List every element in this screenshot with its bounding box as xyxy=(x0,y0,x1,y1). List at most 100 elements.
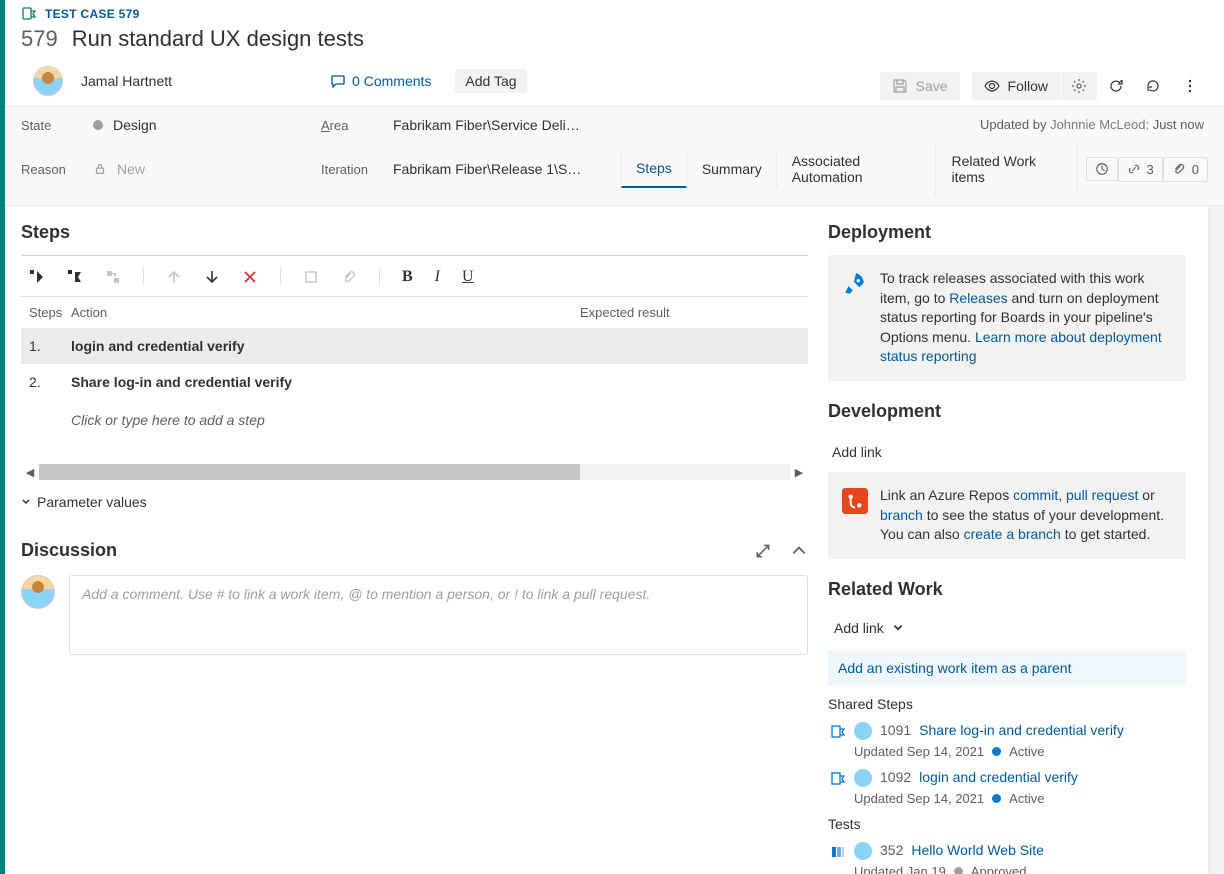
settings-button[interactable] xyxy=(1061,72,1097,100)
attach-file-icon xyxy=(341,269,357,285)
pull-request-link[interactable]: pull request xyxy=(1066,487,1138,503)
branch-link[interactable]: branch xyxy=(880,507,923,523)
create-branch-link[interactable]: create a branch xyxy=(964,526,1061,542)
steps-horizontal-scrollbar[interactable]: ◀ ▶ xyxy=(21,464,808,480)
assignee-avatar[interactable] xyxy=(33,66,63,96)
git-icon xyxy=(842,488,868,514)
comment-icon xyxy=(330,73,346,89)
related-add-link-dropdown[interactable]: Add link xyxy=(828,612,1186,646)
work-item-title[interactable]: Run standard UX design tests xyxy=(72,26,364,52)
parameter-values-toggle[interactable]: Parameter values xyxy=(21,494,808,510)
state-field[interactable]: State Design xyxy=(21,117,321,133)
related-item-link[interactable]: login and credential verify xyxy=(919,769,1078,785)
more-vertical-icon xyxy=(1182,78,1198,94)
history-icon xyxy=(1095,162,1109,176)
status-dot-icon xyxy=(992,794,1001,803)
move-up-icon xyxy=(166,269,182,285)
insert-shared-step-icon[interactable] xyxy=(67,269,83,285)
scroll-left-arrow[interactable]: ◀ xyxy=(21,466,39,479)
releases-link[interactable]: Releases xyxy=(949,290,1007,306)
attachments-button[interactable]: 0 xyxy=(1163,157,1208,182)
tab-related[interactable]: Related Work items xyxy=(936,143,1077,195)
related-work-heading: Related Work xyxy=(828,579,1186,600)
tab-steps[interactable]: Steps xyxy=(621,150,687,188)
follow-icon xyxy=(984,78,1000,94)
add-step-placeholder[interactable]: Click or type here to add a step xyxy=(21,400,808,440)
vertical-scrollbar[interactable] xyxy=(1208,206,1224,874)
move-down-icon[interactable] xyxy=(204,269,220,285)
test-plan-icon xyxy=(830,844,846,860)
related-item[interactable]: 1092 login and credential verify xyxy=(828,765,1186,791)
undo-button[interactable] xyxy=(1135,72,1171,100)
follow-button[interactable]: Follow xyxy=(972,72,1060,100)
author-avatar xyxy=(854,722,872,740)
links-button[interactable]: 3 xyxy=(1118,157,1163,182)
area-field[interactable]: Area Fabrikam Fiber\Service Deli… xyxy=(321,117,621,133)
add-parent-banner[interactable]: Add an existing work item as a parent xyxy=(828,650,1186,686)
create-shared-steps-icon xyxy=(105,269,121,285)
commit-link[interactable]: commit xyxy=(1013,487,1058,503)
discussion-heading: Discussion xyxy=(21,540,117,561)
step-row[interactable]: 1. login and credential verify xyxy=(21,328,808,364)
related-item-link[interactable]: Share log-in and credential verify xyxy=(919,722,1124,738)
steps-header-row: Steps Action Expected result xyxy=(21,297,808,328)
attachment-icon xyxy=(1172,162,1186,176)
development-heading: Development xyxy=(828,401,1186,422)
author-avatar xyxy=(854,842,872,860)
reason-field[interactable]: Reason New xyxy=(21,143,321,195)
refresh-icon xyxy=(1108,78,1124,94)
status-dot-icon xyxy=(954,867,963,874)
tests-subheading: Tests xyxy=(828,816,1186,832)
more-actions-button[interactable] xyxy=(1172,72,1208,100)
deployment-heading: Deployment xyxy=(828,222,1186,243)
delete-step-icon[interactable] xyxy=(242,269,258,285)
work-item-type-label: TEST CASE 579 xyxy=(45,7,140,21)
italic-button[interactable]: I xyxy=(435,268,440,286)
assignee-name[interactable]: Jamal Hartnett xyxy=(81,73,172,89)
underline-button[interactable]: U xyxy=(462,268,474,286)
lock-icon xyxy=(93,162,107,176)
undo-icon xyxy=(1145,78,1161,94)
gear-icon xyxy=(1071,78,1087,94)
tab-automation[interactable]: Associated Automation xyxy=(777,143,937,195)
steps-heading: Steps xyxy=(21,222,808,243)
collapse-up-icon[interactable] xyxy=(790,542,808,560)
step-row[interactable]: 2. Share log-in and credential verify xyxy=(21,364,808,400)
related-item[interactable]: 352 Hello World Web Site xyxy=(828,838,1186,864)
comments-link[interactable]: 0 Comments xyxy=(330,73,431,89)
iteration-field[interactable]: Iteration Fabrikam Fiber\Release 1\S… xyxy=(321,143,621,195)
updated-by-text: Updated by Johnnie McLeod: Just now xyxy=(980,117,1208,133)
comment-input[interactable]: Add a comment. Use # to link a work item… xyxy=(69,575,808,655)
development-info: Link an Azure Repos commit, pull request… xyxy=(828,472,1186,559)
current-user-avatar xyxy=(21,575,55,609)
shared-steps-icon xyxy=(830,724,846,740)
shared-steps-icon xyxy=(830,771,846,787)
status-dot-icon xyxy=(992,747,1001,756)
add-parent-link[interactable]: Add an existing work item as a parent xyxy=(838,660,1071,676)
work-item-id: 579 xyxy=(21,26,58,52)
tab-summary[interactable]: Summary xyxy=(687,151,777,187)
development-add-link[interactable]: Add link xyxy=(828,434,1186,472)
steps-toolbar: B I U xyxy=(21,255,808,297)
insert-step-icon[interactable] xyxy=(29,269,45,285)
rocket-icon xyxy=(842,271,868,297)
related-item[interactable]: 1091 Share log-in and credential verify xyxy=(828,718,1186,744)
state-dot-icon xyxy=(93,120,103,130)
add-tag-button[interactable]: Add Tag xyxy=(455,69,526,93)
save-icon xyxy=(892,78,908,94)
history-button[interactable] xyxy=(1086,157,1118,181)
bold-button[interactable]: B xyxy=(402,268,413,286)
expand-icon[interactable] xyxy=(754,542,772,560)
outdent-icon xyxy=(303,269,319,285)
chevron-down-icon xyxy=(21,497,31,507)
related-item-link[interactable]: Hello World Web Site xyxy=(911,842,1044,858)
chevron-down-icon xyxy=(892,622,904,634)
shared-steps-subheading: Shared Steps xyxy=(828,696,1186,712)
link-icon xyxy=(1127,162,1141,176)
refresh-button[interactable] xyxy=(1098,72,1134,100)
test-case-icon xyxy=(21,6,37,22)
scroll-right-arrow[interactable]: ▶ xyxy=(790,466,808,479)
save-button[interactable]: Save xyxy=(880,72,960,100)
author-avatar xyxy=(854,769,872,787)
deployment-info: To track releases associated with this w… xyxy=(828,255,1186,381)
